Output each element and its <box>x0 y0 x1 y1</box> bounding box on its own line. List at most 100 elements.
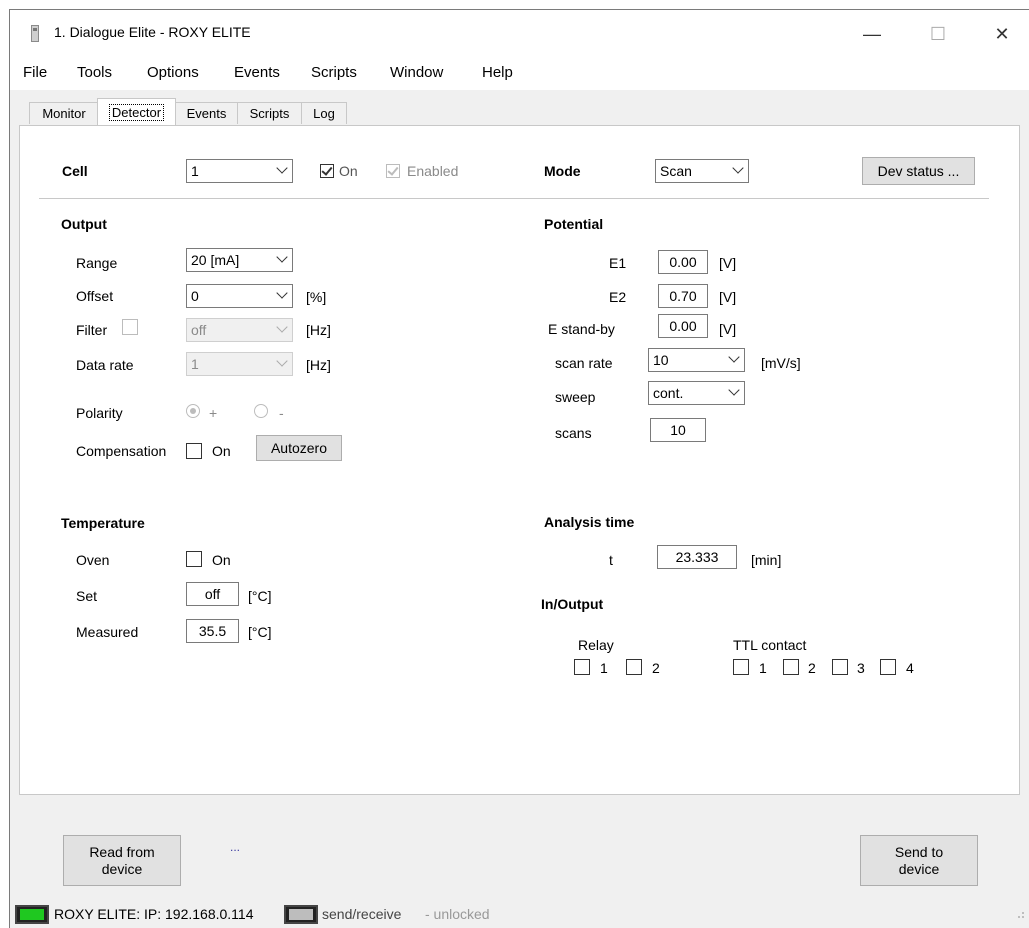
dev-status-button[interactable]: Dev status ... <box>862 157 975 185</box>
filter-checkbox[interactable] <box>122 319 138 335</box>
chevron-down-icon <box>276 321 288 333</box>
estandby-unit: [V] <box>719 321 737 337</box>
range-label: Range <box>76 255 118 271</box>
set-temperature-field[interactable]: off <box>186 582 239 606</box>
ttl-4-label: 4 <box>906 660 914 676</box>
connection-led-icon <box>15 905 49 924</box>
polarity-plus-radio[interactable] <box>186 404 200 418</box>
lock-state-label: - unlocked <box>425 906 490 922</box>
measured-label: Measured <box>76 624 139 640</box>
on-checkbox[interactable] <box>320 164 334 178</box>
measured-unit: [°C] <box>248 624 272 640</box>
read-from-device-button[interactable]: Read from device <box>63 835 181 886</box>
ttl-2-label: 2 <box>808 660 816 676</box>
range-value: 20 [mA] <box>191 252 240 268</box>
send-receive-led-icon <box>284 905 318 924</box>
resize-grip-icon[interactable] <box>1017 911 1025 919</box>
oven-on-label: On <box>212 552 231 568</box>
tab-events[interactable]: Events <box>175 102 238 124</box>
offset-value: 0 <box>191 288 199 304</box>
compensation-label: Compensation <box>76 443 167 459</box>
app-icon <box>31 25 39 42</box>
output-section-title: Output <box>61 216 107 232</box>
chevron-down-icon <box>728 351 740 363</box>
title-bar: 1. Dialogue Elite - ROXY ELITE — ☐ ✕ <box>10 10 1029 56</box>
e2-field[interactable]: 0.70 <box>658 284 708 308</box>
tab-label: Events <box>186 106 227 121</box>
menu-file[interactable]: File <box>23 64 47 81</box>
close-button[interactable]: ✕ <box>982 20 1022 48</box>
sweep-label: sweep <box>555 389 596 405</box>
tab-log[interactable]: Log <box>301 102 347 124</box>
autozero-button[interactable]: Autozero <box>256 435 342 461</box>
ttl-label: TTL contact <box>733 637 807 653</box>
mode-select[interactable]: Scan <box>655 159 749 183</box>
potential-section-title: Potential <box>544 216 604 232</box>
oven-checkbox[interactable] <box>186 551 202 567</box>
estandby-label: E stand-by <box>548 321 615 337</box>
e1-label: E1 <box>609 255 627 271</box>
data-rate-select[interactable]: 1 <box>186 352 293 376</box>
menu-options[interactable]: Options <box>147 64 199 81</box>
e2-label: E2 <box>609 289 627 305</box>
offset-unit: [%] <box>306 289 327 305</box>
ttl-4-checkbox[interactable] <box>880 659 896 675</box>
tab-monitor[interactable]: Monitor <box>29 102 99 124</box>
cell-select[interactable]: 1 <box>186 159 293 183</box>
filter-select[interactable]: off <box>186 318 293 342</box>
header-divider <box>39 198 989 199</box>
t-label: t <box>609 552 613 568</box>
chevron-down-icon <box>732 162 744 174</box>
filter-unit: [Hz] <box>306 322 331 338</box>
menu-scripts[interactable]: Scripts <box>311 64 357 81</box>
ttl-3-checkbox[interactable] <box>832 659 848 675</box>
offset-select[interactable]: 0 <box>186 284 293 308</box>
scans-field[interactable]: 10 <box>650 418 706 442</box>
polarity-plus-label: + <box>209 405 218 421</box>
oven-label: Oven <box>76 552 110 568</box>
temperature-section-title: Temperature <box>61 515 145 531</box>
polarity-minus-label: - <box>279 405 284 421</box>
range-select[interactable]: 20 [mA] <box>186 248 293 272</box>
scan-rate-value: 10 <box>653 352 669 368</box>
maximize-button[interactable]: ☐ <box>918 20 958 48</box>
data-rate-value: 1 <box>191 356 199 372</box>
ttl-1-label: 1 <box>759 660 767 676</box>
scan-rate-unit: [mV/s] <box>761 355 801 371</box>
polarity-label: Polarity <box>76 405 123 421</box>
relay-2-checkbox[interactable] <box>626 659 642 675</box>
enabled-label: Enabled <box>407 163 459 179</box>
menu-bar: File Tools Options Events Scripts Window… <box>10 56 1029 90</box>
menu-tools[interactable]: Tools <box>77 64 112 81</box>
menu-window[interactable]: Window <box>390 64 443 81</box>
analysis-section-title: Analysis time <box>544 514 635 530</box>
ttl-1-checkbox[interactable] <box>733 659 749 675</box>
enabled-checkbox[interactable] <box>386 164 400 178</box>
estandby-field[interactable]: 0.00 <box>658 314 708 338</box>
scan-rate-label: scan rate <box>555 355 613 371</box>
minimize-button[interactable]: — <box>852 20 892 48</box>
tab-label: Log <box>313 106 335 121</box>
menu-help[interactable]: Help <box>482 64 513 81</box>
tab-label: Scripts <box>249 106 290 121</box>
on-label: On <box>339 163 358 179</box>
polarity-minus-radio[interactable] <box>254 404 268 418</box>
scan-rate-select[interactable]: 10 <box>648 348 745 372</box>
relay-1-checkbox[interactable] <box>574 659 590 675</box>
tab-detector[interactable]: Detector <box>97 98 176 126</box>
ttl-3-label: 3 <box>857 660 865 676</box>
mode-label: Mode <box>544 163 581 179</box>
sweep-select[interactable]: cont. <box>648 381 745 405</box>
compensation-checkbox[interactable] <box>186 443 202 459</box>
menu-events[interactable]: Events <box>234 64 280 81</box>
chevron-down-icon <box>728 384 740 396</box>
send-to-device-button[interactable]: Send to device <box>860 835 978 886</box>
e1-field[interactable]: 0.00 <box>658 250 708 274</box>
chevron-down-icon <box>276 251 288 263</box>
offset-label: Offset <box>76 288 114 304</box>
tab-scripts[interactable]: Scripts <box>237 102 302 124</box>
ttl-2-checkbox[interactable] <box>783 659 799 675</box>
relay-1-label: 1 <box>600 660 608 676</box>
tab-label: Detector <box>108 104 165 121</box>
compensation-on-label: On <box>212 443 231 459</box>
